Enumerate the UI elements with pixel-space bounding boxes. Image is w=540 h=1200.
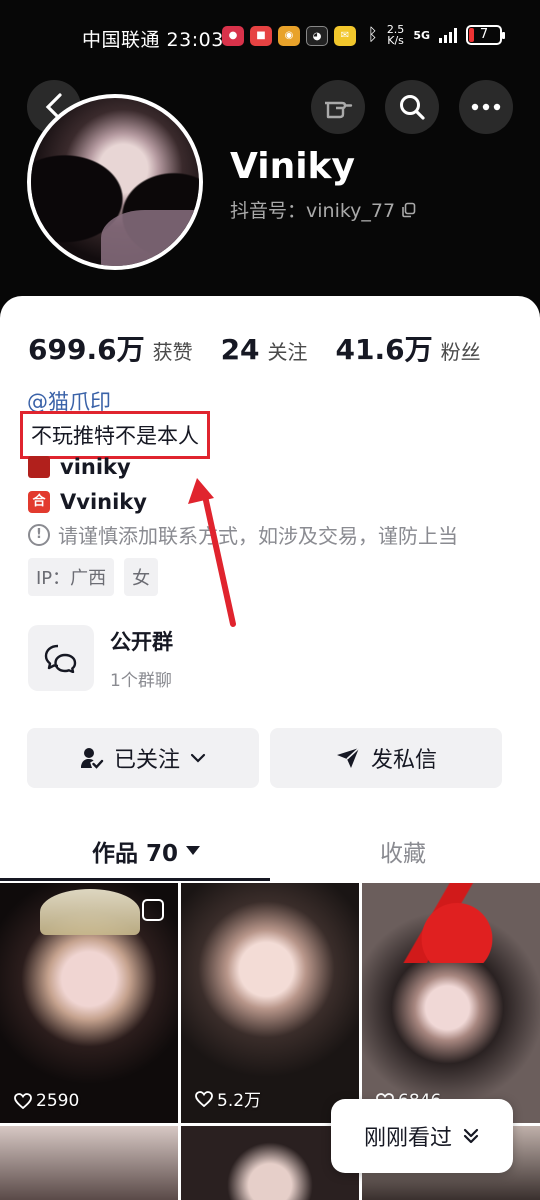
content-tabs: 作品 70 收藏 [0,820,540,882]
account-badge-icon: 合 [28,491,50,513]
collection-icon [142,899,164,921]
heart-icon [14,1093,32,1109]
mail-icon: ✉ [334,26,356,46]
weibo-icon: ◉ [278,26,300,46]
chevron-down-icon [190,753,206,763]
heart-icon [195,1090,213,1107]
recently-viewed-button[interactable]: 刚刚看过 [331,1099,513,1173]
public-group-entry[interactable]: 公开群 1个群聊 [28,625,173,691]
video-likes: 2590 [14,1091,79,1111]
double-chevron-down-icon [463,1128,479,1144]
gender-tag: 女 [124,558,159,596]
battery-icon: 7 [466,25,505,45]
douyin-id[interactable]: 抖音号：viniky_77 [230,196,417,223]
video-thumbnail[interactable]: 6846 [362,883,540,1123]
tab-favorites[interactable]: 收藏 [380,834,426,868]
copy-icon[interactable] [401,202,417,218]
book-icon [28,456,50,478]
group-title: 公开群 [110,629,173,654]
gesture-button[interactable] [311,80,365,134]
group-chat-icon [28,625,94,691]
bluetooth-icon: ᛒ [367,25,378,45]
stat-followers[interactable]: 41.6万 粉丝 [336,328,481,368]
more-button[interactable] [459,80,513,134]
stats-row: 699.6万 获赞 24 关注 41.6万 粉丝 [28,328,509,368]
other-account-link[interactable]: 合 Vviniky [28,490,147,514]
app-notification-icon: ■ [250,26,272,46]
stat-likes[interactable]: 699.6万 获赞 [28,328,193,368]
profile-name: Viniky [230,146,355,187]
search-icon [400,95,425,120]
crown-shape [40,889,140,935]
pointing-hand-icon [325,101,353,119]
active-tab-indicator [0,878,270,881]
signature-highlight: 不玩推特不是本人 [20,411,210,459]
video-thumbnail[interactable]: 5.2万 [181,883,359,1123]
qq-icon: ◕ [306,26,328,46]
video-thumbnail[interactable]: 2590 [0,883,178,1123]
tab-works[interactable]: 作品 70 [92,834,201,868]
group-subtitle: 1个群聊 [110,670,172,691]
signal-icon [439,27,457,43]
xiaohongshu-link[interactable]: viniky [28,455,131,479]
info-icon: ! [28,523,50,546]
app-notification-icon: ● [222,26,244,46]
notification-icons: ● ■ ◉ ◕ ✉ [222,26,356,46]
caret-down-icon [186,846,201,855]
more-dots-icon [471,103,501,111]
signal-label: 5G [413,28,430,42]
profile-tags: IP：广西 女 [28,558,159,596]
send-icon [336,747,360,768]
status-right: ᛒ 2.5 K/s 5G 7 [367,23,505,47]
carrier-time: 中国联通 23:03 [82,29,224,51]
net-speed: 2.5 K/s [386,23,405,47]
contact-warning: ! 请谨慎添加联系方式，如涉及交易，谨防上当 [28,520,458,549]
stat-following[interactable]: 24 关注 [221,333,308,366]
following-button[interactable]: 已关注 [27,728,259,788]
message-button[interactable]: 发私信 [270,728,502,788]
video-likes: 5.2万 [195,1086,261,1111]
user-check-icon [80,748,104,769]
avatar[interactable] [27,94,203,270]
video-thumbnail[interactable] [0,1126,178,1200]
search-button[interactable] [385,80,439,134]
status-bar: 中国联通 23:03 ● ■ ◉ ◕ ✉ ᛒ 2.5 K/s 5G 7 [0,20,540,54]
ip-tag: IP：广西 [28,558,115,596]
red-headpiece [402,883,512,963]
